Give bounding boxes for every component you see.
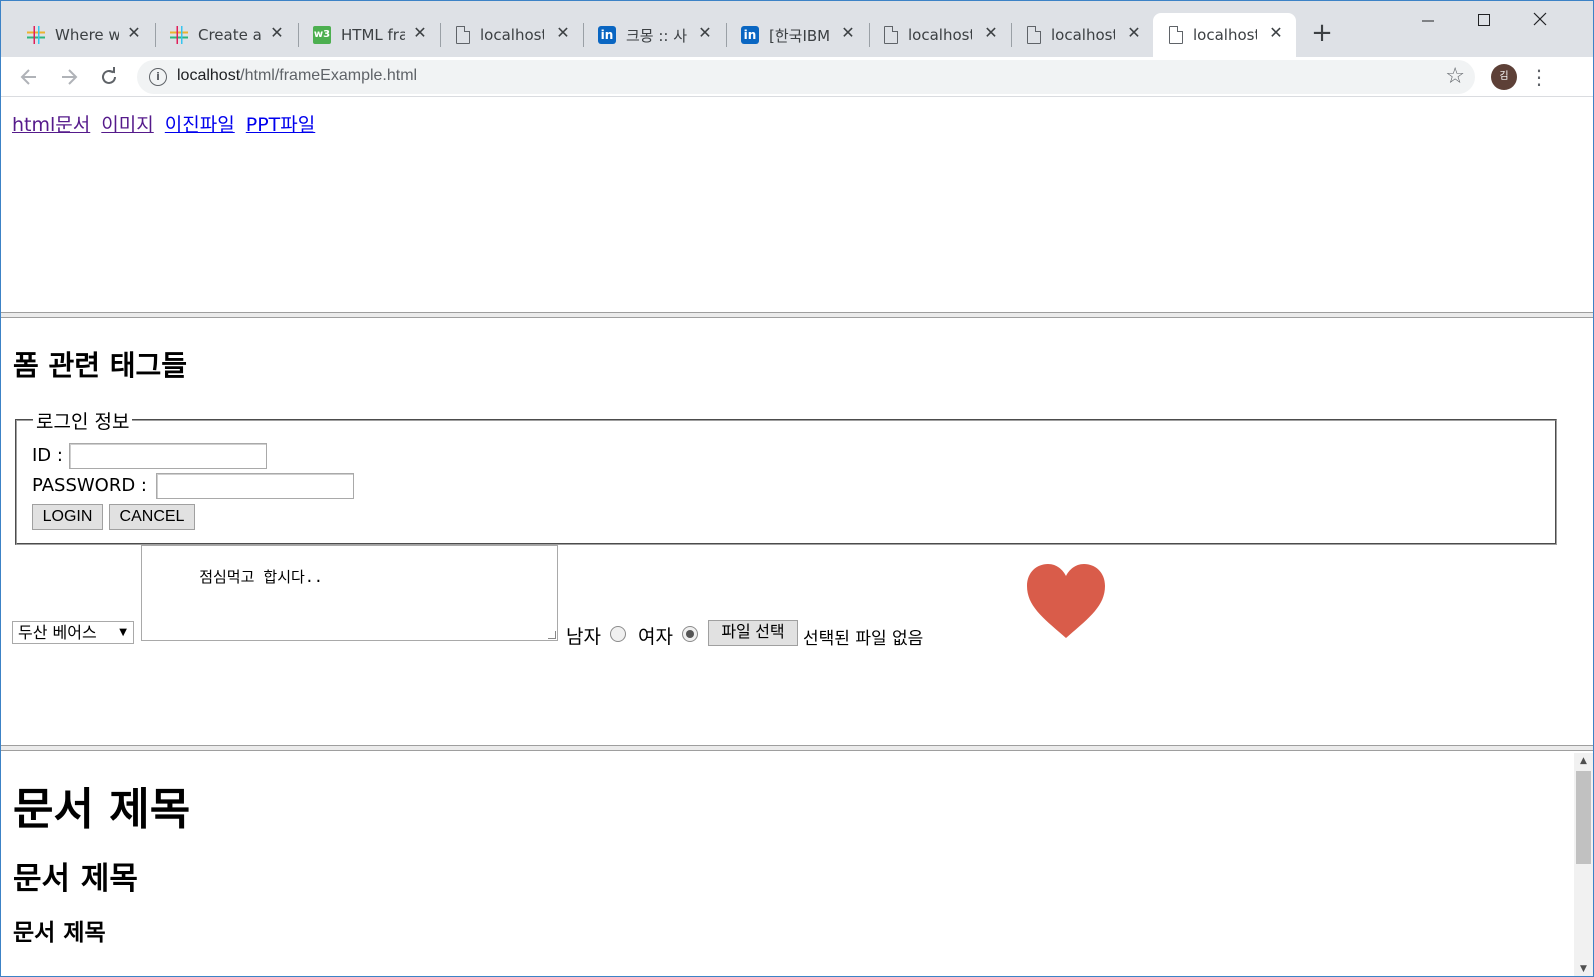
tab-4[interactable]: localhost/ ✕ xyxy=(440,13,583,57)
browser-window: Where w ✕ Create a ✕ w3 HTML fra ✕ local… xyxy=(0,0,1594,977)
tab-2[interactable]: Create a ✕ xyxy=(154,13,297,57)
password-label: PASSWORD : xyxy=(32,475,147,496)
close-icon[interactable]: ✕ xyxy=(983,25,999,41)
id-input[interactable] xyxy=(69,443,267,469)
close-icon[interactable]: ✕ xyxy=(126,25,142,41)
close-icon[interactable]: ✕ xyxy=(1268,25,1284,41)
heading-2: 문서 제목 xyxy=(13,861,138,897)
file-select-button[interactable]: 파일 선택 xyxy=(708,620,798,646)
radio-female[interactable] xyxy=(682,626,698,642)
frame-divider[interactable] xyxy=(1,312,1593,318)
link-list: html문서 이미지 이진파일 PPT파일 xyxy=(12,110,320,137)
scroll-down-icon[interactable]: ▼ xyxy=(1574,961,1593,976)
textarea-value: 점심먹고 합시다.. xyxy=(199,568,323,586)
document-icon xyxy=(1169,26,1183,44)
radio-male[interactable] xyxy=(610,626,626,642)
reload-icon[interactable] xyxy=(95,63,123,91)
menu-icon[interactable]: ⋮ xyxy=(1529,63,1549,91)
dropdown-arrow-icon: ▼ xyxy=(119,627,127,638)
cancel-button[interactable]: CANCEL xyxy=(109,504,195,530)
url-host: localhost xyxy=(177,67,241,84)
link-image[interactable]: 이미지 xyxy=(101,114,153,136)
message-textarea[interactable]: 점심먹고 합시다.. xyxy=(141,545,558,641)
document-icon xyxy=(884,26,898,44)
tab-title: Where w xyxy=(55,26,119,44)
tab-8[interactable]: localhost/ ✕ xyxy=(1011,13,1154,57)
close-icon[interactable]: ✕ xyxy=(269,25,285,41)
resize-grip-icon[interactable] xyxy=(548,631,556,639)
link-binary-file[interactable]: 이진파일 xyxy=(165,114,235,136)
link-html-document[interactable]: html문서 xyxy=(12,114,90,136)
slack-icon xyxy=(27,26,45,44)
tab-title: localhost/ xyxy=(908,26,972,44)
page-title: 폼 관련 태그들 xyxy=(13,349,188,382)
heart-image xyxy=(1027,564,1105,638)
url-path: /html/frameExample.html xyxy=(240,67,418,84)
password-input[interactable] xyxy=(156,473,354,499)
select-value: 두산 베어스 xyxy=(18,623,97,642)
tab-title: [한국IBM xyxy=(769,26,831,45)
vertical-scrollbar[interactable]: ▲ ▼ xyxy=(1574,753,1593,976)
forward-icon[interactable] xyxy=(55,63,83,91)
minimize-icon[interactable] xyxy=(1413,9,1443,33)
heading-1: 문서 제목 xyxy=(13,784,191,835)
back-icon[interactable] xyxy=(15,63,43,91)
tab-1[interactable]: Where w ✕ xyxy=(11,13,154,57)
tab-title: HTML fra xyxy=(341,26,405,44)
linkedin-icon: in xyxy=(741,26,759,44)
scroll-up-icon[interactable]: ▲ xyxy=(1574,753,1593,770)
toolbar: i localhost/html/frameExample.html ☆ 김 ⋮ xyxy=(1,57,1593,97)
new-tab-button[interactable]: + xyxy=(1309,20,1335,46)
tab-strip: Where w ✕ Create a ✕ w3 HTML fra ✕ local… xyxy=(1,1,1593,57)
bookmark-star-icon[interactable]: ☆ xyxy=(1445,64,1465,89)
tab-6[interactable]: in [한국IBM ✕ xyxy=(725,13,868,57)
document-icon xyxy=(1027,26,1041,44)
login-button[interactable]: LOGIN xyxy=(32,504,103,530)
close-icon[interactable]: ✕ xyxy=(697,25,713,41)
link-ppt-file[interactable]: PPT파일 xyxy=(246,114,315,136)
radio-female-label: 여자 xyxy=(638,626,673,648)
login-fieldset: 로그인 정보 ID : PASSWORD : LOGIN CANCEL xyxy=(15,407,1557,545)
document-frame: 문서 제목 문서 제목 문서 제목 ▲ ▼ xyxy=(1,753,1593,976)
file-status: 선택된 파일 없음 xyxy=(803,629,924,649)
w3schools-icon: w3 xyxy=(313,26,331,44)
id-label: ID : xyxy=(32,445,63,466)
tab-3[interactable]: w3 HTML fra ✕ xyxy=(297,13,440,57)
tab-title: localhost/ xyxy=(480,26,544,44)
heading-3: 문서 제목 xyxy=(13,920,106,946)
radio-male-label: 남자 xyxy=(566,626,601,648)
linkedin-icon: in xyxy=(598,26,616,44)
form-frame: 폼 관련 태그들 로그인 정보 ID : PASSWORD : LOGIN CA… xyxy=(1,320,1593,748)
tab-5[interactable]: in 크몽 :: 사 ✕ xyxy=(582,13,725,57)
tab-title: localhost/ xyxy=(1051,26,1115,44)
frame-divider[interactable] xyxy=(1,745,1593,751)
close-icon[interactable]: ✕ xyxy=(1126,25,1142,41)
avatar[interactable]: 김 xyxy=(1491,64,1517,90)
close-window-icon[interactable] xyxy=(1525,9,1555,33)
close-icon[interactable]: ✕ xyxy=(412,25,428,41)
tab-title: 크몽 :: 사 xyxy=(626,26,688,45)
close-icon[interactable]: ✕ xyxy=(555,25,571,41)
tab-active[interactable]: localhost/ ✕ xyxy=(1153,13,1296,57)
top-frame: html문서 이미지 이진파일 PPT파일 xyxy=(1,98,1593,314)
tab-title: localhost/ xyxy=(1193,26,1257,44)
scroll-thumb[interactable] xyxy=(1576,771,1591,864)
fieldset-legend: 로그인 정보 xyxy=(33,407,133,434)
tab-7[interactable]: localhost/ ✕ xyxy=(868,13,1011,57)
tab-title: Create a xyxy=(198,26,262,44)
url-text[interactable]: localhost/html/frameExample.html xyxy=(177,67,417,85)
team-select[interactable]: 두산 베어스 ▼ xyxy=(12,621,134,644)
slack-icon xyxy=(170,26,188,44)
info-icon[interactable]: i xyxy=(149,68,167,86)
close-icon[interactable]: ✕ xyxy=(840,25,856,41)
document-icon xyxy=(456,26,470,44)
maximize-icon[interactable] xyxy=(1469,9,1499,33)
address-bar[interactable]: i localhost/html/frameExample.html ☆ xyxy=(137,60,1475,94)
